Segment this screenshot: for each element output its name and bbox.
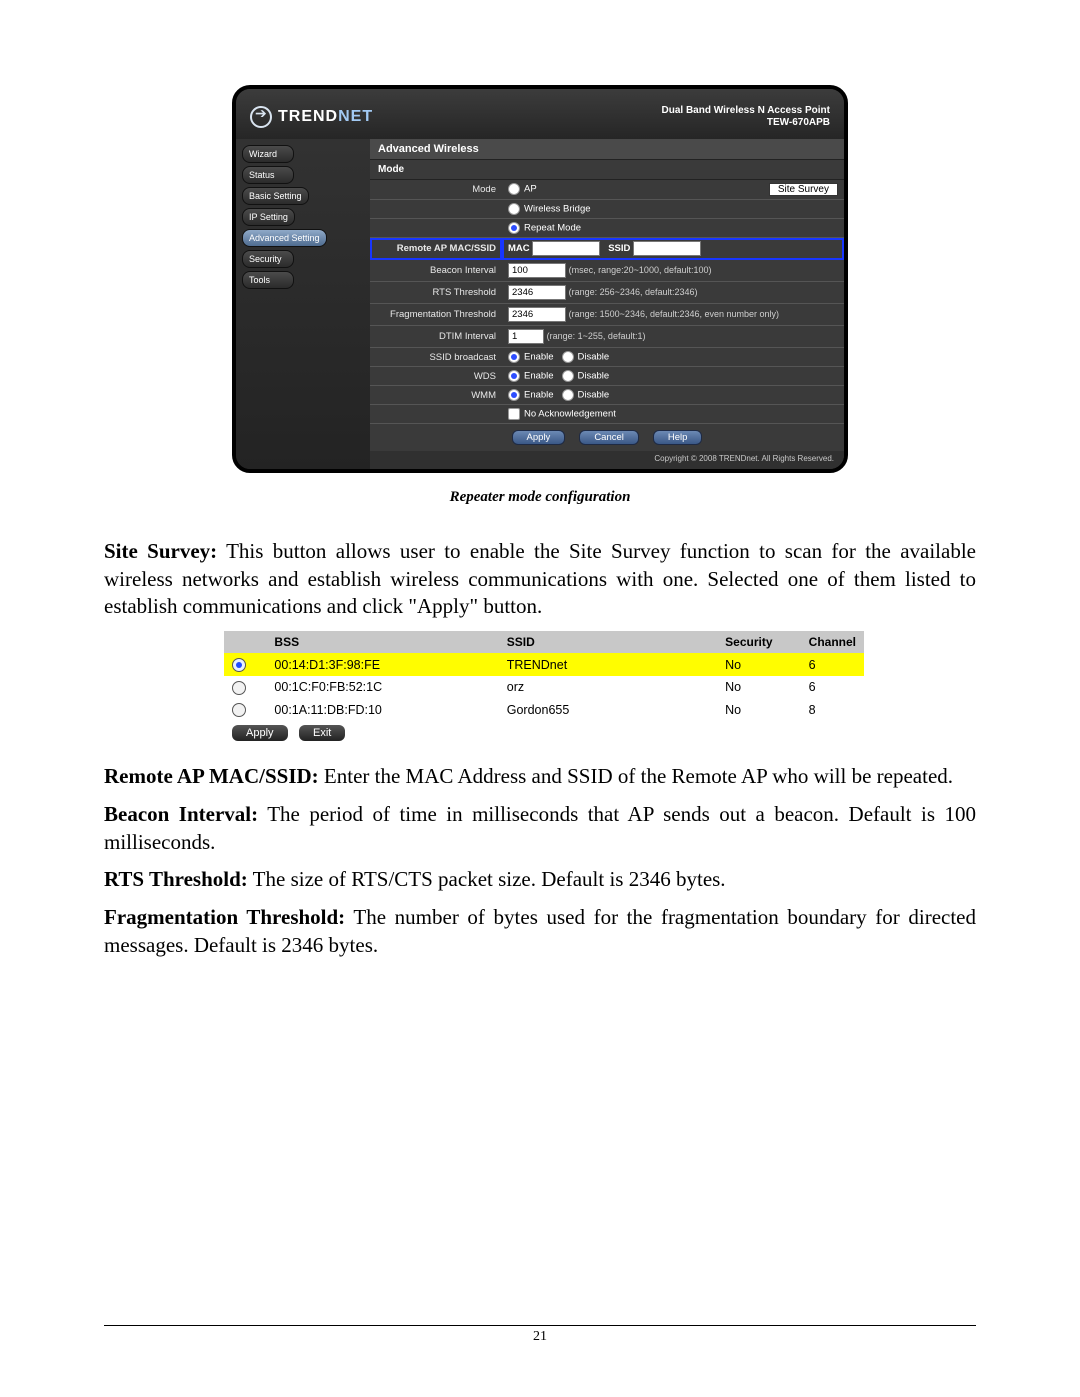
- survey-ssid: orz: [499, 676, 717, 699]
- mode-ap-label: AP: [524, 184, 537, 195]
- product-title: Dual Band Wireless N Access Point TEW-67…: [662, 105, 830, 130]
- survey-row[interactable]: 00:1A:11:DB:FD:10 Gordon655 No 8: [224, 699, 864, 722]
- mode-label: Mode: [370, 180, 502, 200]
- frag-hint: (range: 1500~2346, default:2346, even nu…: [569, 309, 779, 319]
- survey-row[interactable]: 00:1C:F0:FB:52:1C orz No 6: [224, 676, 864, 699]
- beacon-label: Beacon Interval: [370, 260, 502, 282]
- wmm-enable-label: Enable: [524, 390, 554, 401]
- frag-label: Fragmentation Threshold: [370, 304, 502, 326]
- remote-mac-label: MAC: [508, 243, 530, 254]
- ssidb-disable-label: Disable: [578, 352, 610, 363]
- noack-checkbox[interactable]: [508, 408, 520, 420]
- rts-input[interactable]: [508, 285, 566, 300]
- ssidb-enable-label: Enable: [524, 352, 554, 363]
- page-footer: 21: [104, 1325, 976, 1345]
- wds-disable-label: Disable: [578, 371, 610, 382]
- para-site-survey: Site Survey: This button allows user to …: [104, 538, 976, 621]
- remote-ssid-label: SSID: [608, 243, 630, 254]
- remote-ssid-input[interactable]: [633, 241, 701, 256]
- survey-header-ssid: SSID: [499, 631, 717, 653]
- survey-ssid: TRENDnet: [499, 653, 717, 676]
- beacon-input[interactable]: [508, 263, 566, 278]
- para-frag: Fragmentation Threshold: The number of b…: [104, 904, 976, 959]
- mode-repeat-radio[interactable]: [508, 222, 520, 234]
- nav-basic-setting[interactable]: Basic Setting: [242, 187, 309, 205]
- survey-bss: 00:14:D1:3F:98:FE: [266, 653, 498, 676]
- wds-enable-radio[interactable]: [508, 370, 520, 382]
- dtim-hint: (range: 1~255, default:1): [547, 331, 646, 341]
- ssidb-enable-radio[interactable]: [508, 351, 520, 363]
- survey-bss: 00:1C:F0:FB:52:1C: [266, 676, 498, 699]
- nav-wizard[interactable]: Wizard: [242, 145, 294, 163]
- mode-repeat-label: Repeat Mode: [524, 223, 581, 234]
- beacon-hint: (msec, range:20~1000, default:100): [569, 265, 712, 275]
- survey-security: No: [717, 699, 801, 722]
- survey-header-bss: BSS: [266, 631, 498, 653]
- site-survey-button[interactable]: Site Survey: [769, 183, 838, 196]
- dtim-input[interactable]: [508, 329, 544, 344]
- nav-tools[interactable]: Tools: [242, 271, 294, 289]
- apply-button[interactable]: Apply: [512, 430, 566, 445]
- brand-text: TRENDNET: [278, 108, 373, 126]
- survey-radio-0[interactable]: [232, 658, 246, 672]
- para-beacon: Beacon Interval: The period of time in m…: [104, 801, 976, 856]
- ssidb-label: SSID broadcast: [370, 348, 502, 367]
- survey-security: No: [717, 653, 801, 676]
- cancel-button[interactable]: Cancel: [579, 430, 639, 445]
- wds-enable-label: Enable: [524, 371, 554, 382]
- wmm-disable-label: Disable: [578, 390, 610, 401]
- remote-label: Remote AP MAC/SSID: [370, 238, 502, 260]
- survey-header-channel: Channel: [801, 631, 864, 653]
- wds-label: WDS: [370, 367, 502, 386]
- wmm-label: WMM: [370, 386, 502, 405]
- survey-radio-2[interactable]: [232, 703, 246, 717]
- trendnet-logo-icon: [250, 106, 272, 128]
- survey-table: BSS SSID Security Channel 00:14:D1:3F:98…: [224, 631, 864, 745]
- survey-channel: 8: [801, 699, 864, 722]
- dtim-label: DTIM Interval: [370, 326, 502, 348]
- survey-security: No: [717, 676, 801, 699]
- survey-channel: 6: [801, 653, 864, 676]
- nav-security[interactable]: Security: [242, 250, 294, 268]
- wmm-disable-radio[interactable]: [562, 389, 574, 401]
- ssidb-disable-radio[interactable]: [562, 351, 574, 363]
- rts-hint: (range: 256~2346, default:2346): [569, 287, 698, 297]
- remote-mac-input[interactable]: [532, 241, 600, 256]
- copyright-text: Copyright © 2008 TRENDnet. All Rights Re…: [370, 451, 844, 469]
- page-number: 21: [104, 1329, 976, 1345]
- para-rts: RTS Threshold: The size of RTS/CTS packe…: [104, 866, 976, 894]
- survey-header-security: Security: [717, 631, 801, 653]
- wmm-enable-radio[interactable]: [508, 389, 520, 401]
- survey-channel: 6: [801, 676, 864, 699]
- mode-bridge-radio[interactable]: [508, 203, 520, 215]
- figure-caption: Repeater mode configuration: [104, 489, 976, 506]
- noack-label: No Acknowledgement: [524, 409, 616, 420]
- mode-ap-radio[interactable]: [508, 183, 520, 195]
- rts-label: RTS Threshold: [370, 282, 502, 304]
- survey-apply-button[interactable]: Apply: [232, 725, 288, 741]
- nav-status[interactable]: Status: [242, 166, 294, 184]
- mode-subsection-title: Mode: [370, 160, 844, 180]
- section-title: Advanced Wireless: [370, 139, 844, 160]
- nav-sidebar: Wizard Status Basic Setting IP Setting A…: [236, 139, 370, 469]
- survey-bss: 00:1A:11:DB:FD:10: [266, 699, 498, 722]
- para-remote: Remote AP MAC/SSID: Enter the MAC Addres…: [104, 763, 976, 791]
- survey-radio-1[interactable]: [232, 681, 246, 695]
- settings-table: Mode AP Site Survey Wireless Bridge Repe…: [370, 180, 844, 424]
- nav-advanced-setting[interactable]: Advanced Setting: [242, 229, 327, 247]
- survey-exit-button[interactable]: Exit: [299, 725, 345, 741]
- help-button[interactable]: Help: [653, 430, 703, 445]
- survey-row[interactable]: 00:14:D1:3F:98:FE TRENDnet No 6: [224, 653, 864, 676]
- nav-ip-setting[interactable]: IP Setting: [242, 208, 295, 226]
- wds-disable-radio[interactable]: [562, 370, 574, 382]
- mode-bridge-label: Wireless Bridge: [524, 204, 591, 215]
- router-screenshot: TRENDNET Dual Band Wireless N Access Poi…: [232, 85, 848, 473]
- frag-input[interactable]: [508, 307, 566, 322]
- survey-ssid: Gordon655: [499, 699, 717, 722]
